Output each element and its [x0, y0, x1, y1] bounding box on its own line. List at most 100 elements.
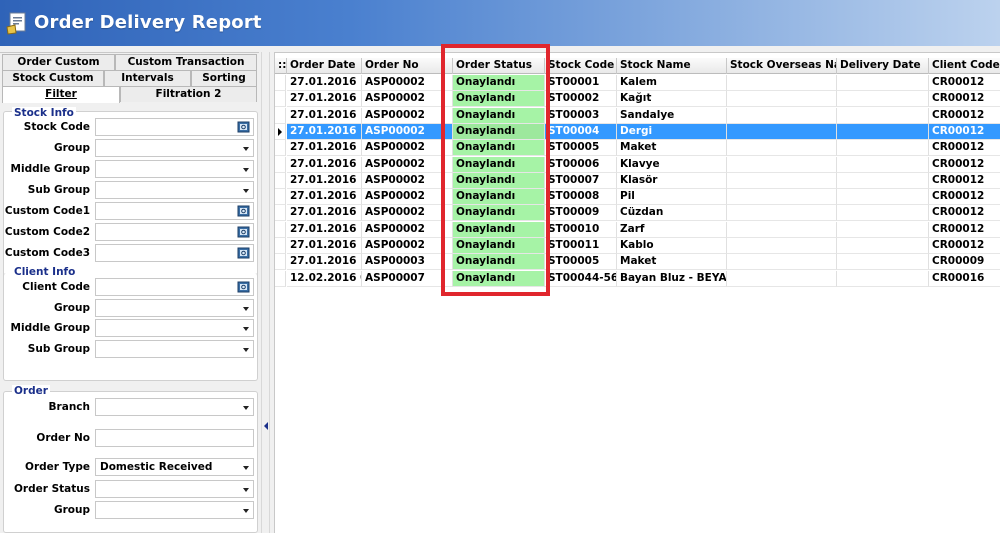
cell-order-no[interactable]: ASP00002 [362, 123, 453, 140]
column-header-client-code[interactable]: Client Code [929, 58, 1000, 74]
cell-order-date[interactable]: 12.02.2016 08 [287, 270, 362, 287]
cell-stock-code[interactable]: ST00010 [545, 221, 617, 238]
lookup-book-icon[interactable] [237, 226, 250, 238]
cell-client-code[interactable]: CR00012 [929, 205, 1000, 222]
cell-stock-name[interactable]: Klavye [617, 156, 727, 173]
cell-order-no[interactable]: ASP00002 [362, 107, 453, 124]
row-indicator[interactable] [275, 189, 286, 206]
cell-order-no[interactable]: ASP00002 [362, 140, 453, 157]
cell-order-no[interactable]: ASP00002 [362, 221, 453, 238]
cell-order-no[interactable]: ASP00002 [362, 75, 453, 91]
cell-stock-overseas-na[interactable] [727, 107, 837, 124]
cell-delivery-date[interactable] [837, 221, 929, 238]
cell-delivery-date[interactable] [837, 123, 929, 140]
cell-stock-name[interactable]: Zarf [617, 221, 727, 238]
row-indicator[interactable] [275, 123, 286, 140]
table-row[interactable]: 27.01.2016 11ASP00002OnaylandıST00010Zar… [275, 221, 1000, 238]
row-indicator[interactable] [275, 107, 286, 124]
tab-custom-transaction[interactable]: Custom Transaction [115, 54, 257, 70]
cell-order-date[interactable]: 27.01.2016 11 [287, 189, 362, 206]
cell-delivery-date[interactable] [837, 172, 929, 189]
cell-stock-overseas-na[interactable] [727, 238, 837, 254]
cell-order-no[interactable]: ASP00002 [362, 205, 453, 222]
table-row[interactable]: 27.01.2016 11ASP00002OnaylandıST00011Kab… [275, 238, 1000, 254]
table-row[interactable]: 27.01.2016 11ASP00003OnaylandıST00005Mak… [275, 254, 1000, 271]
table-row[interactable]: 27.01.2016 11ASP00002OnaylandıST00005Mak… [275, 140, 1000, 157]
cell-client-code[interactable]: CR00012 [929, 140, 1000, 157]
client_info-sub-group-dropdown[interactable] [95, 339, 254, 358]
cell-stock-name[interactable]: Maket [617, 254, 727, 271]
order-branch-dropdown[interactable] [95, 398, 254, 416]
tab-sorting[interactable]: Sorting [191, 70, 257, 86]
cell-order-date[interactable]: 27.01.2016 11 [287, 172, 362, 189]
grid-corner[interactable]: :: [275, 58, 287, 74]
cell-order-date[interactable]: 27.01.2016 11 [287, 75, 362, 91]
stock_info-sub-group-dropdown[interactable] [95, 181, 254, 199]
cell-order-date[interactable]: 27.01.2016 11 [287, 91, 362, 108]
cell-client-code[interactable]: CR00012 [929, 91, 1000, 108]
row-indicator[interactable] [275, 270, 286, 287]
cell-stock-code[interactable]: ST00008 [545, 189, 617, 206]
table-row[interactable]: 12.02.2016 08ASP00007OnaylandıST00044-56… [275, 270, 1000, 287]
cell-delivery-date[interactable] [837, 107, 929, 124]
cell-stock-code[interactable]: ST00005 [545, 140, 617, 157]
cell-client-code[interactable]: CR00016 [929, 271, 1000, 287]
cell-delivery-date[interactable] [837, 75, 929, 91]
chevron-down-icon[interactable] [243, 509, 249, 513]
cell-order-no[interactable]: ASP00002 [362, 238, 453, 254]
cell-client-code[interactable]: CR00012 [929, 222, 1000, 238]
table-row[interactable]: 27.01.2016 11ASP00002OnaylandıST00004Der… [275, 123, 1000, 140]
cell-client-code[interactable]: CR00012 [929, 173, 1000, 189]
cell-stock-code[interactable]: ST00007 [545, 172, 617, 189]
cell-stock-overseas-na[interactable] [727, 172, 837, 189]
panel-splitter[interactable] [261, 52, 270, 533]
cell-order-date[interactable]: 27.01.2016 11 [287, 107, 362, 124]
cell-stock-code[interactable]: ST00001 [545, 75, 617, 91]
stock_info-middle-group-dropdown[interactable] [95, 160, 254, 178]
cell-stock-code[interactable]: ST00005 [545, 254, 617, 271]
cell-client-code[interactable]: CR00012 [929, 189, 1000, 206]
cell-delivery-date[interactable] [837, 205, 929, 222]
table-row[interactable]: 27.01.2016 11ASP00002OnaylandıST00003San… [275, 107, 1000, 124]
row-indicator[interactable] [275, 238, 286, 254]
table-row[interactable]: 27.01.2016 11ASP00002OnaylandıST00001Kal… [275, 75, 1000, 91]
row-indicator[interactable] [275, 254, 286, 271]
cell-delivery-date[interactable] [837, 238, 929, 254]
lookup-book-icon[interactable] [237, 121, 250, 133]
chevron-down-icon[interactable] [243, 147, 249, 151]
stock_info-custom-code3-lookup[interactable] [95, 244, 254, 262]
cell-client-code[interactable]: CR00012 [929, 75, 1000, 91]
cell-stock-name[interactable]: Kalem [617, 75, 727, 91]
cell-client-code[interactable]: CR00012 [929, 157, 1000, 173]
cell-stock-code[interactable]: ST00002 [545, 91, 617, 108]
chevron-down-icon[interactable] [243, 327, 249, 331]
cell-order-date[interactable]: 27.01.2016 11 [287, 123, 362, 140]
column-header-stock-overseas-na[interactable]: Stock Overseas Na... [727, 58, 837, 74]
cell-order-no[interactable]: ASP00007 [362, 270, 453, 287]
cell-stock-overseas-na[interactable] [727, 189, 837, 206]
tab-stock-custom[interactable]: Stock Custom [2, 70, 104, 86]
cell-delivery-date[interactable] [837, 270, 929, 287]
table-row[interactable]: 27.01.2016 11ASP00002OnaylandıST00009Cüz… [275, 205, 1000, 222]
chevron-down-icon[interactable] [243, 406, 249, 410]
row-indicator[interactable] [275, 172, 286, 189]
stock_info-group-dropdown[interactable] [95, 139, 254, 157]
stock_info-custom-code1-lookup[interactable] [95, 202, 254, 220]
cell-order-no[interactable]: ASP00002 [362, 91, 453, 108]
cell-stock-name[interactable]: Dergi [617, 123, 727, 140]
cell-order-date[interactable]: 27.01.2016 11 [287, 156, 362, 173]
cell-stock-code[interactable]: ST00011 [545, 238, 617, 254]
cell-order-date[interactable]: 27.01.2016 11 [287, 140, 362, 157]
chevron-down-icon[interactable] [243, 488, 249, 492]
column-header-order-no[interactable]: Order No [362, 58, 444, 74]
order-order-status-dropdown[interactable] [95, 480, 254, 498]
table-row[interactable]: 27.01.2016 11ASP00002OnaylandıST00008Pil… [275, 189, 1000, 206]
tab-order-custom[interactable]: Order Custom [2, 54, 115, 70]
cell-delivery-date[interactable] [837, 156, 929, 173]
cell-stock-name[interactable]: Klasör [617, 172, 727, 189]
cell-stock-overseas-na[interactable] [727, 91, 837, 108]
cell-delivery-date[interactable] [837, 91, 929, 108]
table-row[interactable]: 27.01.2016 11ASP00002OnaylandıST00006Kla… [275, 156, 1000, 173]
row-indicator[interactable] [275, 91, 286, 108]
chevron-down-icon[interactable] [243, 306, 249, 311]
